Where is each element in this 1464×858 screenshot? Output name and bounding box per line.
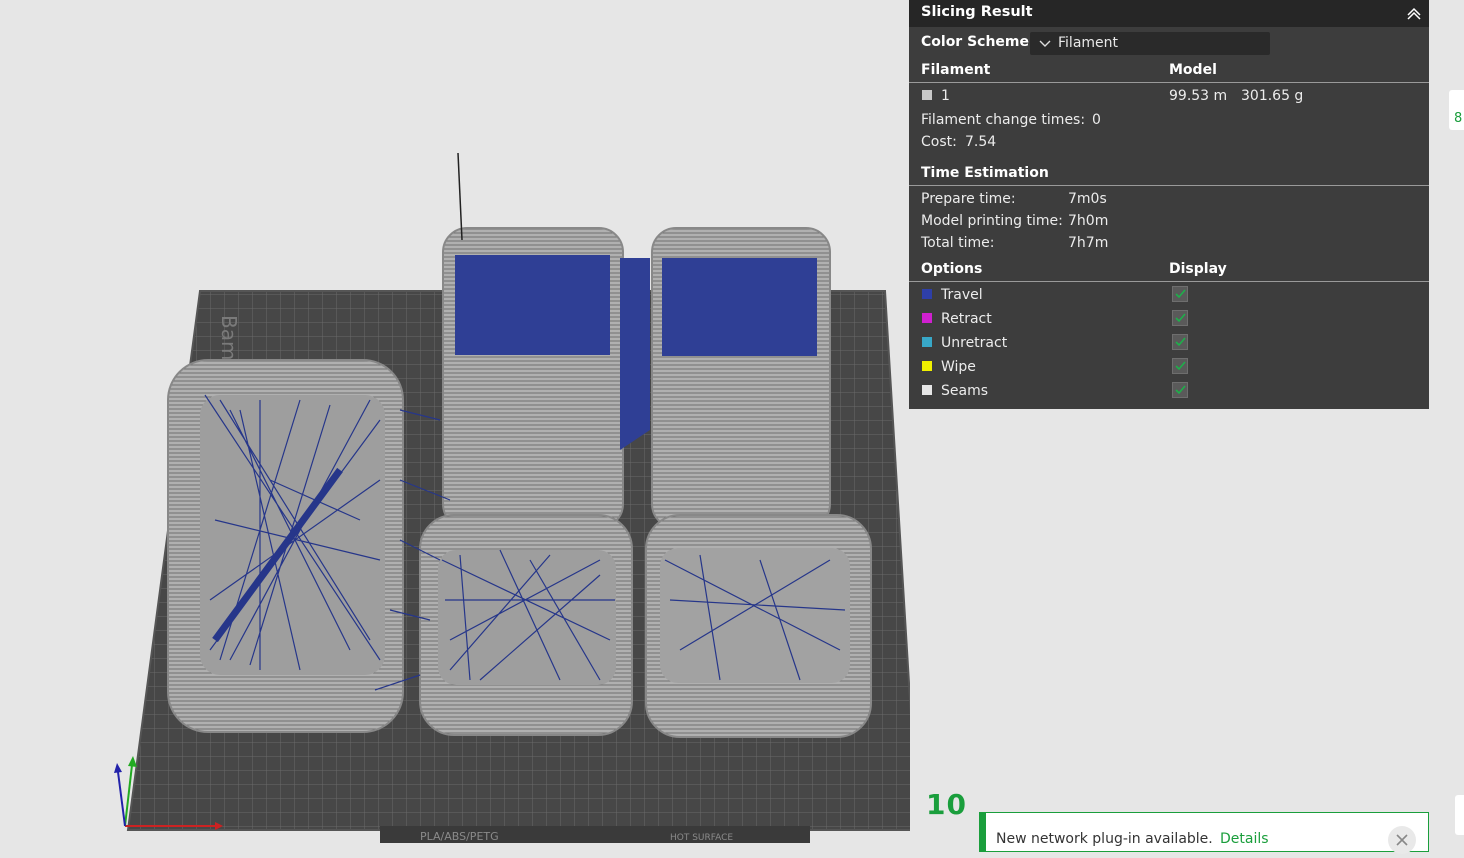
plate-type-label: PLA/ABS/PETG — [420, 830, 499, 843]
option-wipe-label: Wipe — [941, 359, 976, 375]
hot-surface-label: HOT SURFACE — [670, 833, 733, 843]
check-icon — [1175, 337, 1186, 347]
filament-change-value: 0 — [1092, 112, 1101, 128]
travel-sheet — [620, 258, 650, 450]
color-scheme-value: Filament — [1058, 35, 1119, 51]
current-layer-number: 10 — [926, 788, 967, 821]
filament-change-label: Filament change times: — [921, 112, 1086, 128]
display-header: Display — [1169, 261, 1227, 277]
check-icon — [1175, 361, 1186, 371]
filament-header: Filament — [921, 62, 991, 78]
option-retract-checkbox[interactable] — [1172, 310, 1188, 326]
wipe-color-swatch — [922, 361, 932, 371]
options-header: Options — [921, 261, 983, 277]
check-icon — [1175, 289, 1186, 299]
prepare-time-value: 7m0s — [1068, 191, 1107, 207]
filament-weight: 301.65 g — [1241, 88, 1304, 104]
model-header: Model — [1169, 62, 1217, 78]
tray-middle — [419, 514, 633, 736]
check-icon — [1175, 313, 1186, 323]
move-slider-tab[interactable] — [1455, 795, 1464, 835]
notification-close-button[interactable] — [1388, 826, 1416, 854]
cost-value: 7.54 — [965, 134, 997, 150]
option-seams-label: Seams — [941, 383, 989, 399]
color-scheme-dropdown[interactable]: Filament — [1030, 32, 1270, 55]
tower-right — [651, 227, 831, 529]
panel-titlebar: Slicing Result — [909, 0, 1429, 27]
filament-id: 1 — [941, 88, 950, 104]
filament-color-swatch — [922, 90, 932, 100]
option-unretract-label: Unretract — [941, 335, 1008, 351]
seams-color-swatch — [922, 385, 932, 395]
3d-viewport[interactable]: PLA/ABS/PETG HOT SURFACE Bambu — [0, 0, 910, 843]
layer-slider-value: 8 — [1454, 111, 1463, 126]
divider — [909, 281, 1429, 282]
slicing-result-panel: Slicing Result Color Scheme Filament Fil… — [909, 0, 1429, 409]
plugin-notification: New network plug-in available. Details — [979, 812, 1429, 854]
collapse-icon[interactable] — [1403, 3, 1425, 23]
filament-length: 99.53 m — [1169, 88, 1228, 104]
notification-message: New network plug-in available. — [996, 831, 1213, 847]
time-estimation-header: Time Estimation — [921, 165, 1049, 181]
divider — [909, 185, 1429, 186]
model-printing-time-label: Model printing time: — [921, 213, 1063, 229]
tray-right — [645, 514, 872, 738]
color-scheme-label: Color Scheme — [921, 34, 1030, 50]
total-time-value: 7h7m — [1068, 235, 1109, 251]
total-time-label: Total time: — [921, 235, 995, 251]
option-travel-checkbox[interactable] — [1172, 286, 1188, 302]
travel-color-swatch — [922, 289, 932, 299]
toolhead-indicator — [457, 152, 463, 241]
retract-color-swatch — [922, 313, 932, 323]
divider — [909, 82, 1429, 83]
option-wipe-checkbox[interactable] — [1172, 358, 1188, 374]
option-unretract-checkbox[interactable] — [1172, 334, 1188, 350]
cost-label: Cost: — [921, 134, 957, 150]
layer-slider-tab[interactable]: 8 — [1449, 90, 1464, 130]
chevron-down-icon — [1039, 40, 1051, 47]
option-travel-label: Travel — [941, 287, 983, 303]
prepare-time-label: Prepare time: — [921, 191, 1016, 207]
notification-details-link[interactable]: Details — [1220, 831, 1269, 847]
option-retract-label: Retract — [941, 311, 992, 327]
tower-left — [442, 227, 624, 529]
close-icon — [1396, 834, 1408, 846]
panel-title: Slicing Result — [921, 4, 1033, 20]
model-printing-time-value: 7h0m — [1068, 213, 1109, 229]
check-icon — [1175, 385, 1186, 395]
preview-scene[interactable]: PLA/ABS/PETG HOT SURFACE Bambu — [0, 0, 910, 843]
option-seams-checkbox[interactable] — [1172, 382, 1188, 398]
unretract-color-swatch — [922, 337, 932, 347]
